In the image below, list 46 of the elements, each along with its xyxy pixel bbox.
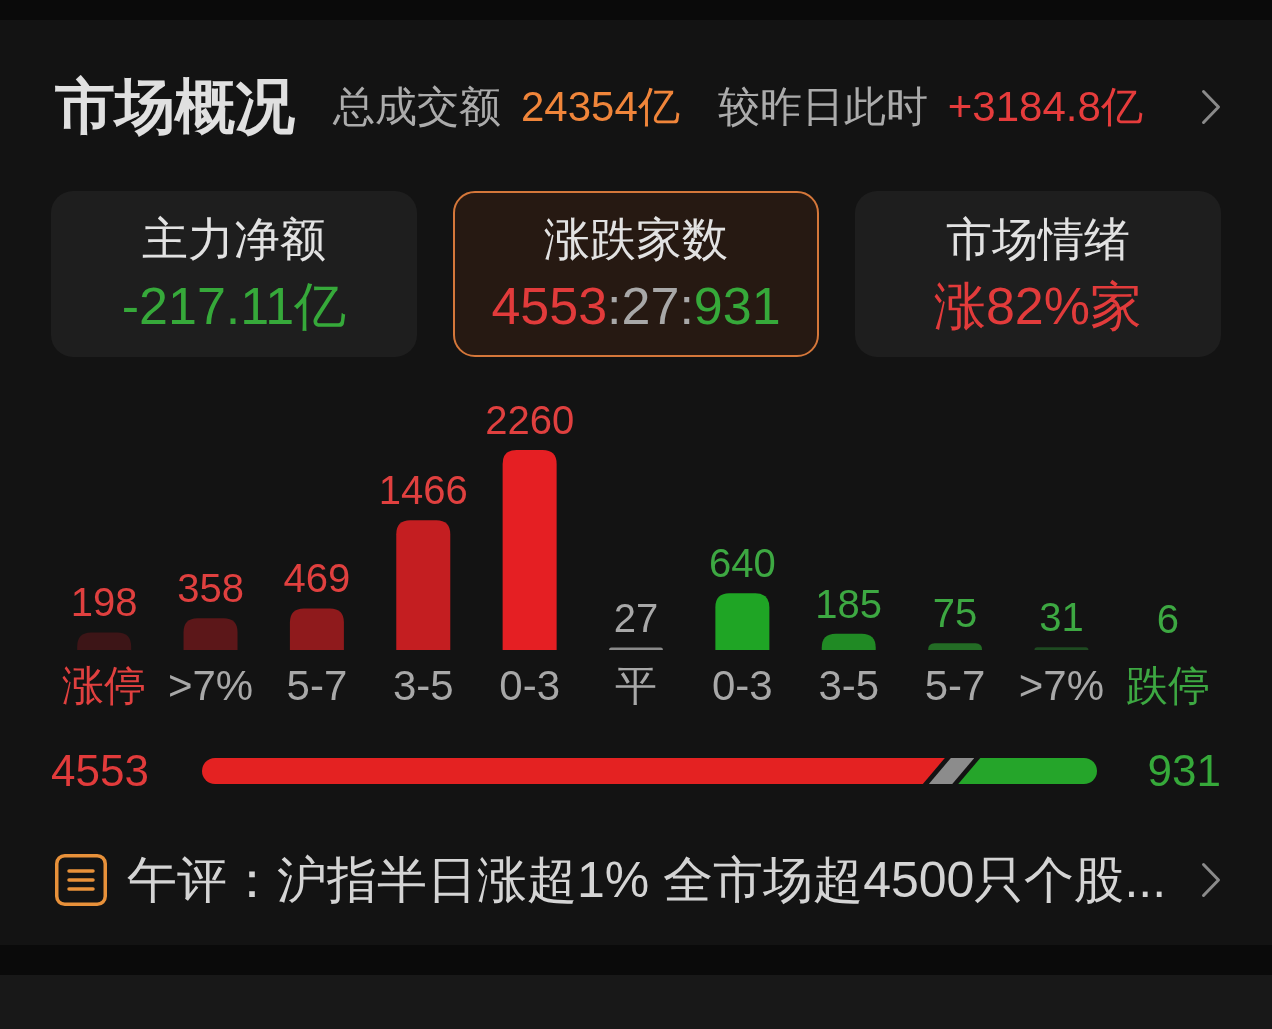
value-label: 31 bbox=[1039, 595, 1084, 640]
value-label: 185 bbox=[815, 581, 883, 626]
value-label: 358 bbox=[177, 566, 244, 611]
chevron-right-icon bbox=[1201, 862, 1221, 898]
stat-label: 总成交额 bbox=[333, 86, 501, 128]
value-label: 2260 bbox=[485, 398, 575, 442]
news-headline[interactable]: 午评：沪指半日涨超1% 全市场超4500只个股... bbox=[127, 855, 1167, 905]
category-label: 3-5 bbox=[818, 662, 880, 709]
card-title: 主力净额 bbox=[142, 216, 326, 262]
stat-value: +3184.8亿 bbox=[947, 86, 1143, 128]
card-title: 市场情绪 bbox=[946, 216, 1130, 262]
category-label: >7% bbox=[1018, 662, 1105, 709]
stat-value: 24354亿 bbox=[521, 86, 680, 128]
value-label: 640 bbox=[709, 541, 776, 586]
card-value: 931 bbox=[693, 280, 781, 332]
category-label: 跌停 bbox=[1125, 662, 1210, 709]
card-title: 涨跌家数 bbox=[544, 216, 728, 262]
category-label: >7% bbox=[167, 662, 254, 709]
summary-card[interactable]: 市场情绪 涨82%家 bbox=[855, 191, 1221, 357]
summary-card[interactable]: 涨跌家数 4553:27:931 bbox=[453, 191, 819, 357]
value-label: 27 bbox=[613, 595, 659, 640]
stat-label: 较昨日此时 bbox=[717, 86, 928, 128]
card-value: 27 bbox=[621, 280, 680, 332]
category-label: 涨停 bbox=[62, 662, 147, 709]
up-count: 4553 bbox=[51, 749, 150, 793]
colon-separator: : bbox=[607, 280, 622, 332]
value-label: 198 bbox=[70, 580, 138, 625]
card-value: 4553 bbox=[491, 280, 608, 332]
document-icon bbox=[55, 854, 107, 906]
value-label: 1466 bbox=[378, 468, 468, 513]
value-label: 75 bbox=[932, 591, 978, 636]
colon-separator: : bbox=[679, 280, 694, 332]
category-label: 0-3 bbox=[499, 662, 560, 709]
section-title: 市场概况 bbox=[55, 77, 295, 137]
value-label: 6 bbox=[1156, 597, 1179, 642]
value-label: 469 bbox=[283, 556, 351, 601]
category-label: 0-3 bbox=[712, 662, 773, 709]
down-count: 931 bbox=[1147, 749, 1221, 793]
card-value: 涨82%家 bbox=[933, 280, 1143, 332]
card-value: -217.11亿 bbox=[121, 280, 347, 332]
category-label: 5-7 bbox=[286, 662, 348, 709]
chevron-right-icon bbox=[1201, 89, 1221, 125]
category-label: 5-7 bbox=[924, 662, 986, 709]
category-label: 3-5 bbox=[392, 662, 454, 709]
summary-card[interactable]: 主力净额 -217.11亿 bbox=[51, 191, 417, 357]
category-label: 平 bbox=[615, 662, 657, 709]
